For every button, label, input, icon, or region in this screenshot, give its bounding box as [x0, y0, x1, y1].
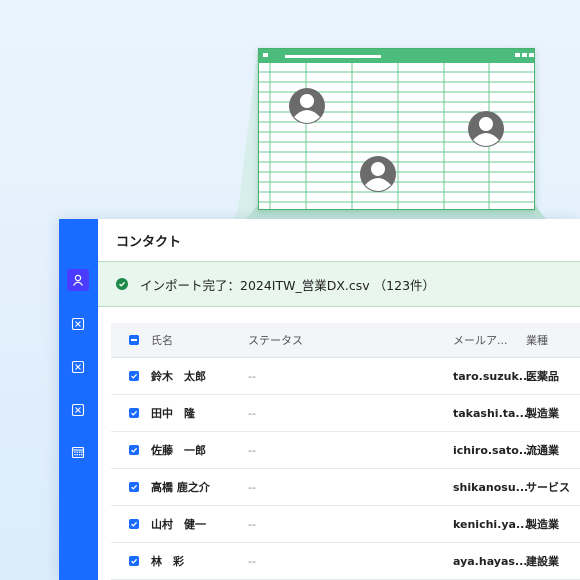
person-avatar-icon: [468, 111, 504, 147]
select-all-checkbox[interactable]: [129, 323, 139, 357]
sidebar-item-4[interactable]: [67, 399, 89, 421]
cell-email: shikanosu...: [453, 480, 529, 494]
cell-email: ichiro.sato...: [453, 443, 532, 457]
sheet-dot: [263, 53, 268, 57]
import-success-banner: インポート完了：2024ITW_営業DX.csv （123件）: [98, 261, 580, 307]
main-panel: コンタクト インポート完了：2024ITW_営業DX.csv （123件） 氏名…: [98, 219, 580, 580]
close-box-icon: [71, 403, 85, 417]
sheet-title-line: [285, 55, 381, 58]
sheet-dot: [515, 53, 520, 57]
cell-industry: サービス: [526, 481, 570, 494]
cell-email: taro.suzuk...: [453, 369, 532, 383]
sidebar-item-2[interactable]: [67, 313, 89, 335]
sheet-title-bar: [259, 49, 534, 63]
person-avatar-icon: [360, 156, 396, 192]
cell-status: --: [248, 480, 256, 494]
cell-name: 山村 健一: [151, 518, 206, 531]
app-window: コンタクト インポート完了：2024ITW_営業DX.csv （123件） 氏名…: [59, 219, 580, 580]
close-box-icon: [71, 360, 85, 374]
banner-message: インポート完了：2024ITW_営業DX.csv （123件）: [140, 277, 436, 293]
person-avatar-icon: [289, 88, 325, 124]
cell-email: kenichi.ya...: [453, 517, 529, 531]
sidebar-item-contacts[interactable]: [67, 269, 89, 291]
column-header-email[interactable]: メールア...: [453, 323, 508, 357]
cell-name: 林 彩: [151, 555, 184, 568]
page-title: コンタクト: [116, 235, 182, 250]
table-row[interactable]: 鈴木 太郎 -- taro.suzuk... 医薬品: [111, 358, 580, 395]
contact-icon: [73, 274, 83, 286]
sidebar-item-3[interactable]: [67, 356, 89, 378]
cell-name: 鈴木 太郎: [151, 370, 206, 383]
cell-name: 佐藤 一郎: [151, 444, 206, 457]
table-row[interactable]: 田中 隆 -- takashi.ta... 製造業: [111, 395, 580, 432]
sidebar-item-calendar[interactable]: [67, 441, 89, 463]
cell-status: --: [248, 443, 256, 457]
close-box-icon: [71, 317, 85, 331]
sheet-dot: [522, 53, 527, 57]
cell-status: --: [248, 369, 256, 383]
row-checkbox[interactable]: [129, 432, 139, 468]
table-row[interactable]: 高橋 鹿之介 -- shikanosu... サービス: [111, 469, 580, 506]
cell-email: aya.hayas...: [453, 554, 528, 568]
cell-industry: 製造業: [526, 407, 559, 420]
calendar-icon: [71, 446, 85, 459]
cell-name: 高橋 鹿之介: [151, 481, 210, 494]
contacts-table: 氏名 ステータス メールア... 業種 鈴木 太郎 -- taro.suzuk.…: [111, 323, 580, 580]
cell-name: 田中 隆: [151, 407, 195, 420]
column-header-status[interactable]: ステータス: [248, 323, 303, 357]
row-checkbox[interactable]: [129, 469, 139, 505]
table-header-row: 氏名 ステータス メールア... 業種: [111, 323, 580, 358]
row-checkbox[interactable]: [129, 395, 139, 431]
spreadsheet-illustration: [258, 48, 535, 210]
table-row[interactable]: 山村 健一 -- kenichi.ya... 製造業: [111, 506, 580, 543]
check-circle-icon: [116, 278, 128, 290]
row-checkbox[interactable]: [129, 358, 139, 394]
cell-industry: 医薬品: [526, 370, 559, 383]
cell-email: takashi.ta...: [453, 406, 528, 420]
row-checkbox[interactable]: [129, 506, 139, 542]
cell-status: --: [248, 554, 256, 568]
table-row[interactable]: 林 彩 -- aya.hayas... 建設業: [111, 543, 580, 580]
cell-industry: 製造業: [526, 518, 559, 531]
sidebar-rail: [59, 219, 98, 580]
cell-industry: 流通業: [526, 444, 559, 457]
cell-status: --: [248, 406, 256, 420]
sheet-dot: [529, 53, 534, 57]
cell-industry: 建設業: [526, 555, 559, 568]
table-row[interactable]: 佐藤 一郎 -- ichiro.sato... 流通業: [111, 432, 580, 469]
row-checkbox[interactable]: [129, 543, 139, 579]
column-header-name[interactable]: 氏名: [151, 323, 173, 357]
cell-status: --: [248, 517, 256, 531]
column-header-industry[interactable]: 業種: [526, 323, 548, 357]
